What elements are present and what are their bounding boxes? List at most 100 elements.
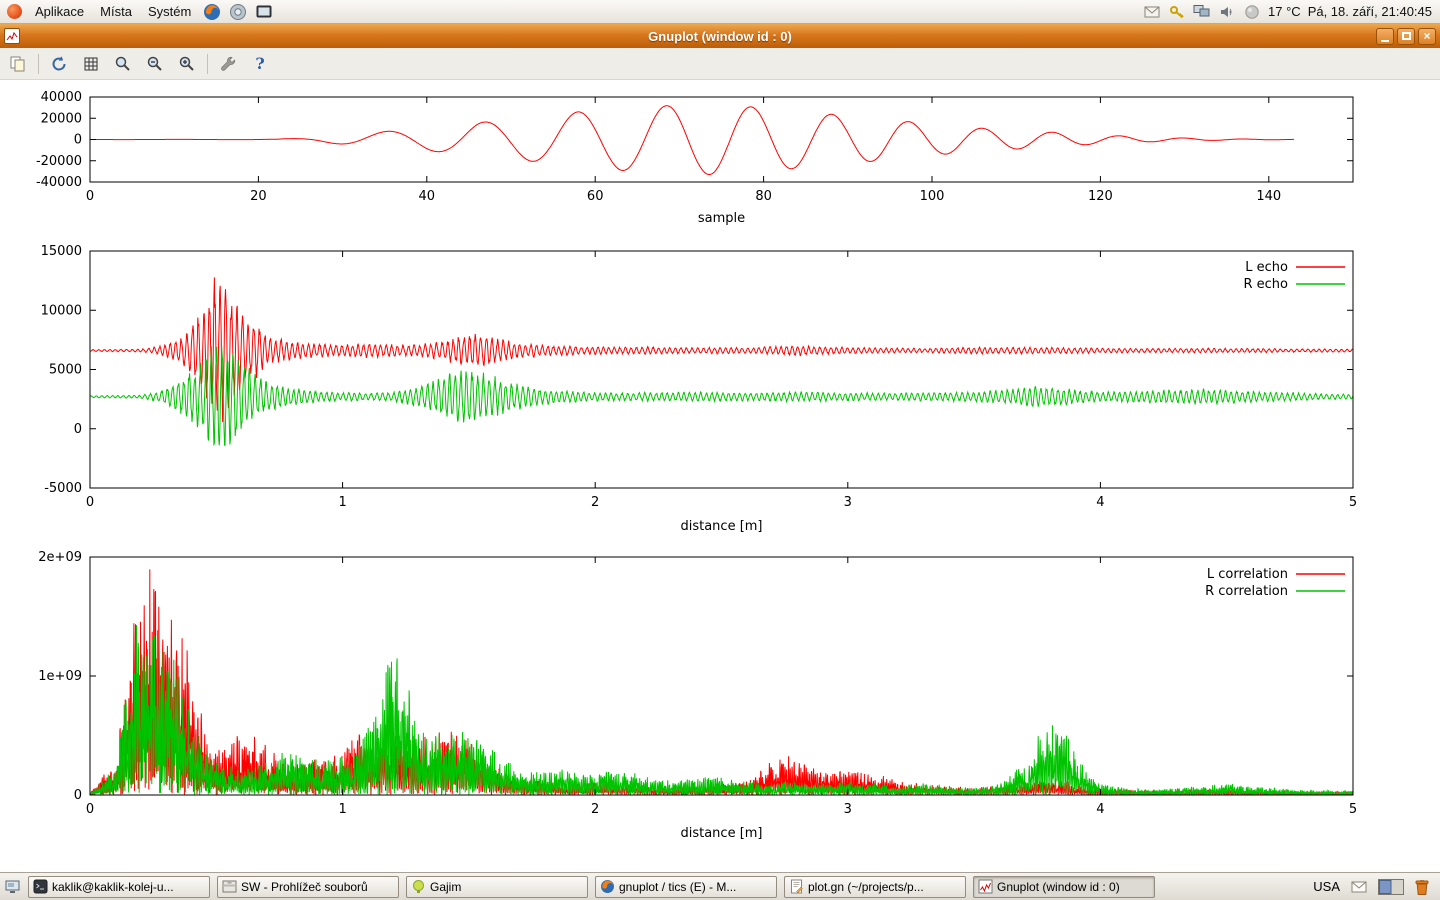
- series-signal: [90, 106, 1294, 175]
- menu-applications[interactable]: Aplikace: [27, 0, 92, 23]
- task-button-gnuplot[interactable]: Gnuplot (window id : 0): [973, 876, 1155, 898]
- menu-places[interactable]: Místa: [92, 0, 140, 23]
- x-tick-label: 5: [1349, 495, 1357, 510]
- y-tick-label: 10000: [41, 303, 82, 318]
- series-l-correlation: [90, 569, 1353, 795]
- distributor-logo-icon: [7, 4, 22, 19]
- series-r-correlation: [90, 625, 1353, 795]
- series-r-echo: [90, 346, 1353, 446]
- x-axis-label: sample: [698, 211, 745, 226]
- help-launcher-icon[interactable]: [227, 1, 249, 23]
- series-group: [90, 569, 1353, 795]
- x-tick-label: 0: [86, 495, 94, 510]
- x-tick-label: 60: [587, 189, 604, 204]
- menu-system-label: Systém: [148, 4, 191, 19]
- legend-label: R echo: [1243, 277, 1288, 292]
- chart-correlation[interactable]: 01234501e+092e+09distance [m]L correlati…: [0, 540, 1440, 850]
- window-list: kaklik@kaklik-kolej-u... SW - Prohlížeč …: [28, 876, 1155, 898]
- panel-tray-area: 17 °C Pá, 18. září, 21:40:45: [1143, 0, 1440, 23]
- file-manager-icon: [222, 879, 237, 894]
- legend-label: L echo: [1245, 260, 1288, 275]
- toolbar-separator: [38, 54, 39, 74]
- gnuplot-canvas[interactable]: 020406080100120140-40000-200000200004000…: [0, 80, 1440, 872]
- y-tick-label: -40000: [36, 175, 82, 190]
- show-desktop-icon[interactable]: [4, 878, 22, 896]
- x-axis-label: distance [m]: [680, 826, 762, 841]
- menu-places-label: Místa: [100, 4, 132, 19]
- y-tick-label: 2e+09: [38, 550, 82, 565]
- plot-border: [90, 557, 1353, 795]
- firefox-launcher-icon[interactable]: [201, 1, 223, 23]
- panel-menu-area: Aplikace Místa Systém: [0, 0, 277, 23]
- x-tick-label: 4: [1096, 802, 1104, 817]
- window-title: Gnuplot (window id : 0): [0, 29, 1440, 44]
- workspace-switcher[interactable]: [1378, 879, 1404, 895]
- weather-tray-icon[interactable]: [1243, 3, 1261, 21]
- task-button-editor[interactable]: plot.gn (~/projects/p...: [784, 876, 966, 898]
- gnuplot-toolbar: ?: [0, 48, 1440, 80]
- configure-icon[interactable]: [216, 52, 240, 76]
- x-tick-label: 1: [338, 495, 346, 510]
- x-tick-label: 2: [591, 495, 599, 510]
- x-tick-label: 20: [250, 189, 267, 204]
- task-button-firefox[interactable]: gnuplot / tics (E) - M...: [595, 876, 777, 898]
- zoom-in-icon[interactable]: [175, 52, 199, 76]
- x-tick-label: 0: [86, 802, 94, 817]
- task-button-terminal[interactable]: kaklik@kaklik-kolej-u...: [28, 876, 210, 898]
- gajim-icon: [411, 879, 426, 894]
- minimize-button[interactable]: [1376, 28, 1394, 45]
- keyboard-layout-indicator[interactable]: USA: [1313, 879, 1340, 894]
- y-tick-label: 0: [74, 133, 82, 148]
- x-tick-label: 5: [1349, 802, 1357, 817]
- keyring-tray-icon[interactable]: [1168, 3, 1186, 21]
- trash-icon[interactable]: [1414, 878, 1430, 896]
- x-tick-label: 0: [86, 189, 94, 204]
- mail-notification-icon[interactable]: [1350, 878, 1368, 896]
- screenshot-launcher-icon[interactable]: [253, 1, 275, 23]
- volume-tray-icon[interactable]: [1218, 3, 1236, 21]
- taskbar-right-area: USA: [1313, 878, 1436, 896]
- task-button-file-manager[interactable]: SW - Prohlížeč souborů: [217, 876, 399, 898]
- x-tick-label: 3: [844, 495, 852, 510]
- task-label: gnuplot / tics (E) - M...: [619, 880, 736, 894]
- close-button[interactable]: ×: [1418, 28, 1436, 45]
- menu-system[interactable]: Systém: [140, 0, 199, 23]
- window-titlebar[interactable]: Gnuplot (window id : 0) ×: [0, 24, 1440, 48]
- x-tick-label: 3: [844, 802, 852, 817]
- toolbar-separator: [207, 54, 208, 74]
- chart-echo[interactable]: 012345-5000050001000015000distance [m]L …: [0, 230, 1440, 540]
- y-tick-label: 0: [74, 788, 82, 803]
- maximize-button[interactable]: [1397, 28, 1415, 45]
- display-tray-icon[interactable]: [1193, 3, 1211, 21]
- temperature-label: 17 °C: [1268, 4, 1301, 19]
- menu-applications-label: Aplikace: [35, 4, 84, 19]
- plot-border: [90, 251, 1353, 488]
- x-tick-label: 1: [338, 802, 346, 817]
- y-tick-label: 20000: [41, 111, 82, 126]
- y-tick-label: 5000: [49, 363, 82, 378]
- x-tick-label: 40: [419, 189, 436, 204]
- terminal-icon: [33, 879, 48, 894]
- gnuplot-icon: [978, 879, 993, 894]
- grid-icon[interactable]: [79, 52, 103, 76]
- firefox-icon: [600, 879, 615, 894]
- top-panel: Aplikace Místa Systém: [0, 0, 1440, 24]
- task-button-gajim[interactable]: Gajim: [406, 876, 588, 898]
- series-group: [90, 277, 1353, 446]
- x-tick-label: 120: [1088, 189, 1113, 204]
- x-tick-label: 2: [591, 802, 599, 817]
- task-label: SW - Prohlížeč souborů: [241, 880, 368, 894]
- refresh-icon[interactable]: [47, 52, 71, 76]
- zoom-previous-icon[interactable]: [111, 52, 135, 76]
- help-icon[interactable]: ?: [248, 52, 272, 76]
- x-tick-label: 140: [1256, 189, 1281, 204]
- zoom-out-icon[interactable]: [143, 52, 167, 76]
- clock-label[interactable]: Pá, 18. září, 21:40:45: [1308, 4, 1432, 19]
- legend-label: L correlation: [1207, 567, 1288, 582]
- mail-tray-icon[interactable]: [1143, 3, 1161, 21]
- task-label: Gnuplot (window id : 0): [997, 880, 1120, 894]
- task-label: Gajim: [430, 880, 461, 894]
- task-label: kaklik@kaklik-kolej-u...: [52, 880, 174, 894]
- chart-sample-waveform[interactable]: 020406080100120140-40000-200000200004000…: [0, 80, 1440, 230]
- copy-icon[interactable]: [6, 52, 30, 76]
